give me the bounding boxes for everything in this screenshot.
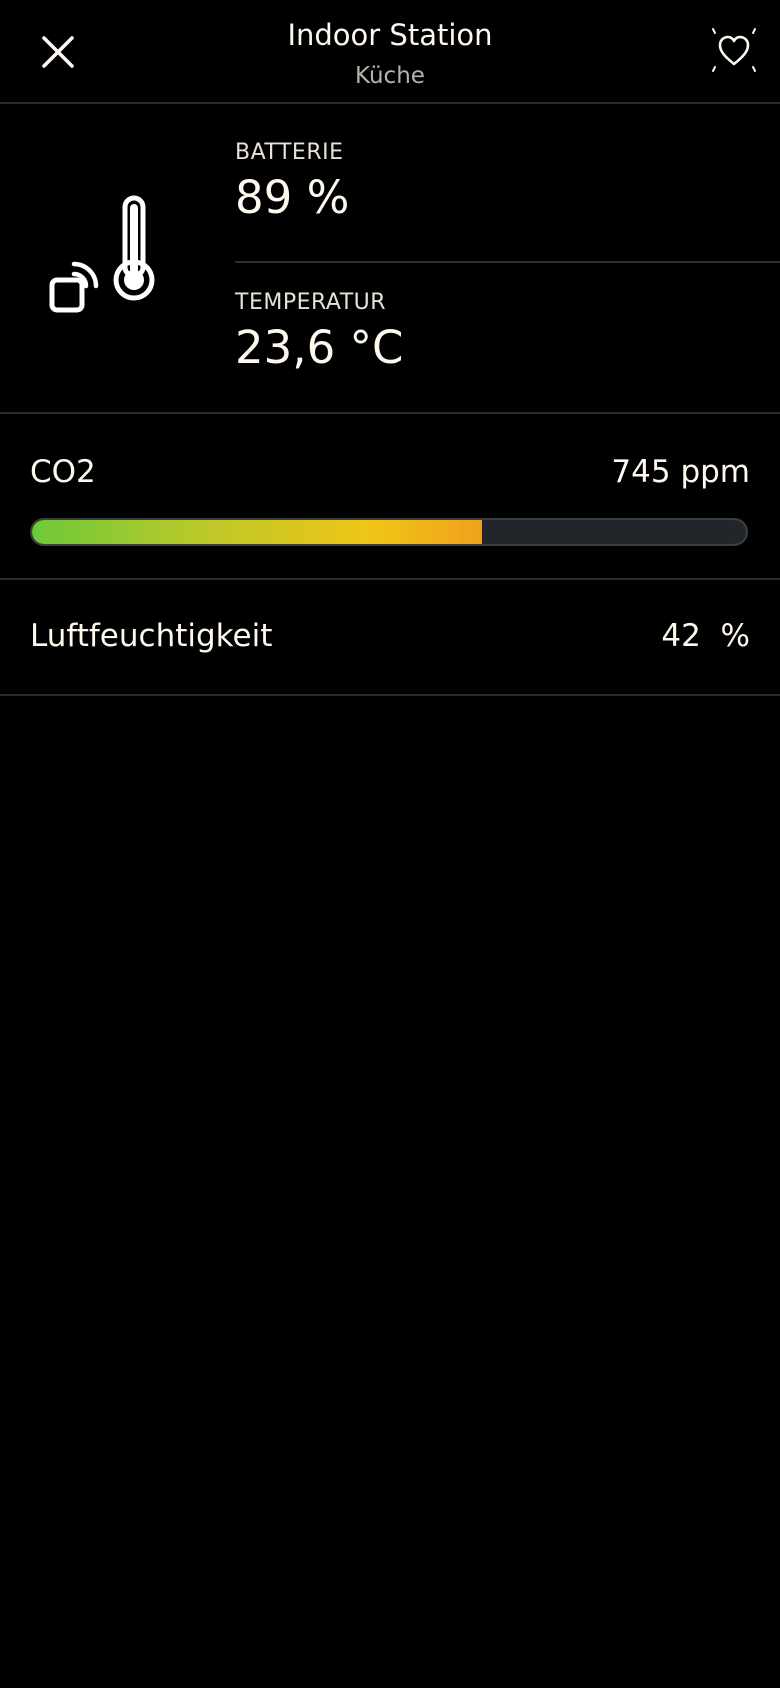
humidity-value: 42 %: [661, 618, 750, 654]
device-info-section: BATTERIE 89 % TEMPERATUR 23,6 °C: [0, 104, 780, 414]
thermometer-wireless-icon: [49, 195, 155, 313]
humidity-row[interactable]: Luftfeuchtigkeit 42 %: [0, 580, 780, 696]
close-button[interactable]: [28, 22, 88, 82]
page-subtitle: Küche: [355, 63, 425, 89]
humidity-label: Luftfeuchtigkeit: [30, 618, 273, 654]
co2-level-fill: [32, 520, 482, 544]
co2-label: CO2: [30, 454, 96, 490]
close-icon: [42, 36, 74, 68]
co2-row[interactable]: CO2 745 ppm: [0, 414, 780, 580]
co2-level-bar: [30, 518, 748, 546]
divider: [235, 261, 780, 263]
temperature-stat: TEMPERATUR 23,6 °C: [235, 290, 780, 374]
app-header: Indoor Station Küche: [0, 0, 780, 104]
battery-stat: BATTERIE 89 %: [235, 140, 780, 224]
heart-icon: [712, 28, 756, 72]
battery-value: 89 %: [235, 171, 350, 224]
battery-label: BATTERIE: [235, 140, 344, 165]
co2-value: 745 ppm: [611, 454, 750, 490]
temperature-label: TEMPERATUR: [235, 290, 387, 315]
favorite-button[interactable]: [700, 20, 768, 80]
temperature-value: 23,6 °C: [235, 321, 404, 374]
page-title: Indoor Station: [287, 18, 493, 52]
